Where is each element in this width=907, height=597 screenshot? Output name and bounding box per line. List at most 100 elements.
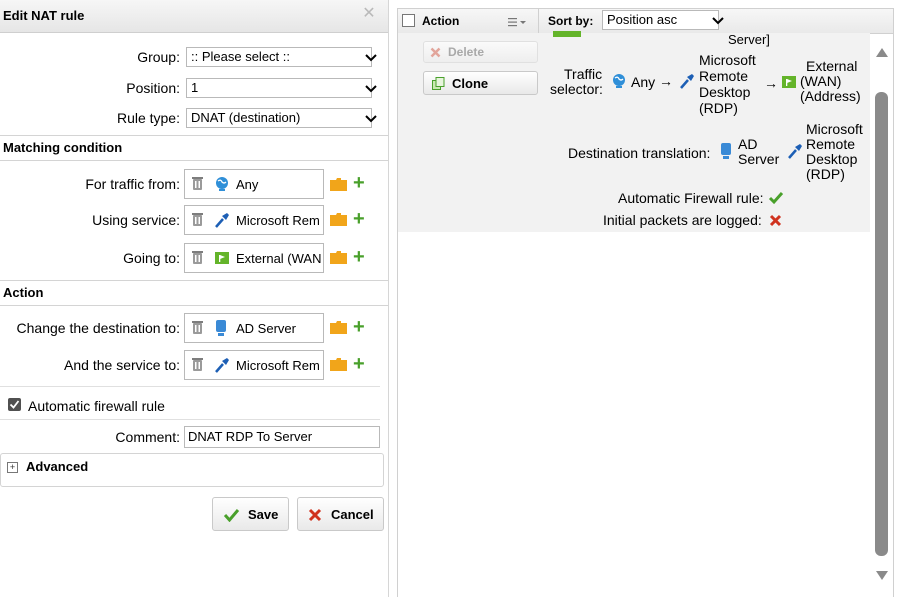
close-icon: [308, 508, 322, 522]
cancel-label: Cancel: [331, 507, 374, 522]
trash-icon[interactable]: [192, 251, 203, 268]
clone-button[interactable]: Clone: [423, 71, 538, 95]
host-server-icon: [214, 320, 228, 339]
traffic-from-value: Any: [236, 177, 259, 192]
expand-icon[interactable]: +: [7, 462, 18, 473]
destination-service-line: (RDP): [806, 166, 845, 182]
destination-host-line: AD: [738, 136, 758, 152]
traffic-service-line: (RDP): [699, 100, 738, 116]
cross-icon: [769, 214, 782, 227]
rule-list-header: Action Sort by: Position asc: [397, 8, 894, 34]
position-label: Position:: [126, 80, 180, 96]
traffic-selector-label-line2: selector:: [550, 81, 603, 97]
partial-server-text: Server]: [728, 32, 770, 47]
traffic-source-value: Any: [631, 74, 656, 90]
comment-input[interactable]: DNAT RDP To Server: [184, 426, 380, 448]
edit-nat-rule-dialog: Edit NAT rule ✕ Group: :: Please select …: [0, 0, 389, 597]
initial-packets-logged-label: Initial packets are logged:: [603, 212, 762, 228]
trash-icon[interactable]: [192, 177, 203, 194]
clone-label: Clone: [452, 76, 489, 91]
network-globe-icon: [214, 176, 230, 195]
matching-condition-heading: Matching condition: [3, 140, 123, 155]
going-to-field[interactable]: External (WAN: [184, 243, 324, 273]
traffic-destination-line: External: [806, 58, 858, 74]
using-service-field[interactable]: Microsoft Rem: [184, 205, 324, 235]
using-service-value: Microsoft Rem: [236, 213, 320, 228]
group-select[interactable]: :: Please select ::: [186, 47, 377, 67]
scroll-up-arrow-icon[interactable]: [876, 48, 888, 57]
close-icon[interactable]: ✕: [360, 5, 378, 23]
arrow-icon: →: [659, 73, 673, 89]
and-service-field[interactable]: Microsoft Rem: [184, 350, 324, 380]
divider: [0, 419, 380, 420]
service-plug-icon: [214, 357, 230, 376]
add-icon[interactable]: +: [353, 209, 365, 229]
advanced-section[interactable]: + Advanced: [0, 453, 384, 487]
rule-type-select-value: DNAT (destination): [191, 110, 301, 125]
traffic-service-line: Remote: [699, 68, 749, 84]
sort-select-value: Position asc: [607, 12, 678, 27]
position-select[interactable]: 1: [186, 78, 377, 98]
action-section: Action: [0, 280, 388, 306]
sort-select[interactable]: Position asc: [602, 10, 724, 30]
delete-button[interactable]: Delete: [423, 41, 538, 63]
action-heading: Action: [3, 285, 44, 300]
add-icon[interactable]: +: [353, 317, 365, 337]
destination-service-line: Remote: [806, 136, 856, 152]
header-divider: [538, 9, 539, 33]
automatic-firewall-rule-checkbox[interactable]: [8, 398, 21, 411]
using-service-label: Using service:: [92, 212, 180, 228]
service-plug-icon: [679, 73, 695, 92]
trash-icon[interactable]: [192, 358, 203, 375]
scrollbar[interactable]: [875, 40, 889, 585]
dialog-titlebar: Edit NAT rule ✕: [0, 0, 388, 33]
add-icon[interactable]: +: [353, 247, 365, 267]
delete-label: Delete: [448, 45, 485, 59]
folder-icon[interactable]: [330, 251, 347, 267]
traffic-from-field[interactable]: Any: [184, 169, 324, 199]
traffic-service-line: Desktop: [699, 84, 751, 100]
change-destination-field[interactable]: AD Server: [184, 313, 324, 343]
list-menu-icon[interactable]: [508, 15, 526, 30]
interface-flag-icon: [781, 74, 797, 93]
action-menu-label[interactable]: Action: [422, 14, 459, 28]
sort-by-label: Sort by:: [548, 14, 594, 28]
arrow-icon: →: [764, 75, 778, 91]
add-icon[interactable]: +: [353, 173, 365, 193]
scroll-down-arrow-icon[interactable]: [876, 571, 888, 580]
folder-icon[interactable]: [330, 358, 347, 374]
scrollbar-thumb[interactable]: [875, 92, 888, 556]
destination-translation-label: Destination translation:: [568, 145, 711, 161]
clone-icon: [432, 77, 445, 90]
and-service-label: And the service to:: [64, 357, 180, 373]
trash-icon[interactable]: [192, 213, 203, 230]
save-label: Save: [248, 507, 279, 522]
destination-service-line: Microsoft: [806, 121, 863, 137]
select-all-checkbox[interactable]: [402, 14, 415, 27]
position-select-value: 1: [191, 80, 199, 95]
destination-service-value: Microsoft Remote Desktop (RDP): [806, 122, 863, 182]
folder-icon[interactable]: [330, 213, 347, 229]
traffic-destination-line: (Address): [800, 88, 861, 104]
partial-interface-flag-icon: [553, 31, 581, 37]
group-select-value: :: Please select ::: [191, 49, 290, 64]
traffic-selector-label-line1: Traffic: [564, 66, 603, 82]
group-label: Group:: [137, 49, 180, 65]
rule-type-select[interactable]: DNAT (destination): [186, 108, 377, 128]
save-button[interactable]: Save: [212, 497, 289, 531]
cancel-button[interactable]: Cancel: [297, 497, 384, 531]
divider: [0, 386, 380, 387]
service-plug-icon: [787, 143, 803, 162]
folder-icon[interactable]: [330, 321, 347, 337]
comment-label: Comment:: [115, 429, 180, 445]
add-icon[interactable]: +: [353, 354, 365, 374]
change-destination-label: Change the destination to:: [16, 320, 180, 336]
automatic-firewall-rule-status-label: Automatic Firewall rule:: [618, 190, 764, 206]
traffic-service-line: Microsoft: [699, 52, 756, 68]
matching-condition-section: Matching condition: [0, 135, 388, 161]
rule-type-label: Rule type:: [116, 110, 180, 126]
destination-host-value: AD Server: [738, 137, 779, 167]
automatic-firewall-rule-label[interactable]: Automatic firewall rule: [28, 398, 165, 414]
trash-icon[interactable]: [192, 321, 203, 338]
folder-icon[interactable]: [330, 178, 347, 194]
